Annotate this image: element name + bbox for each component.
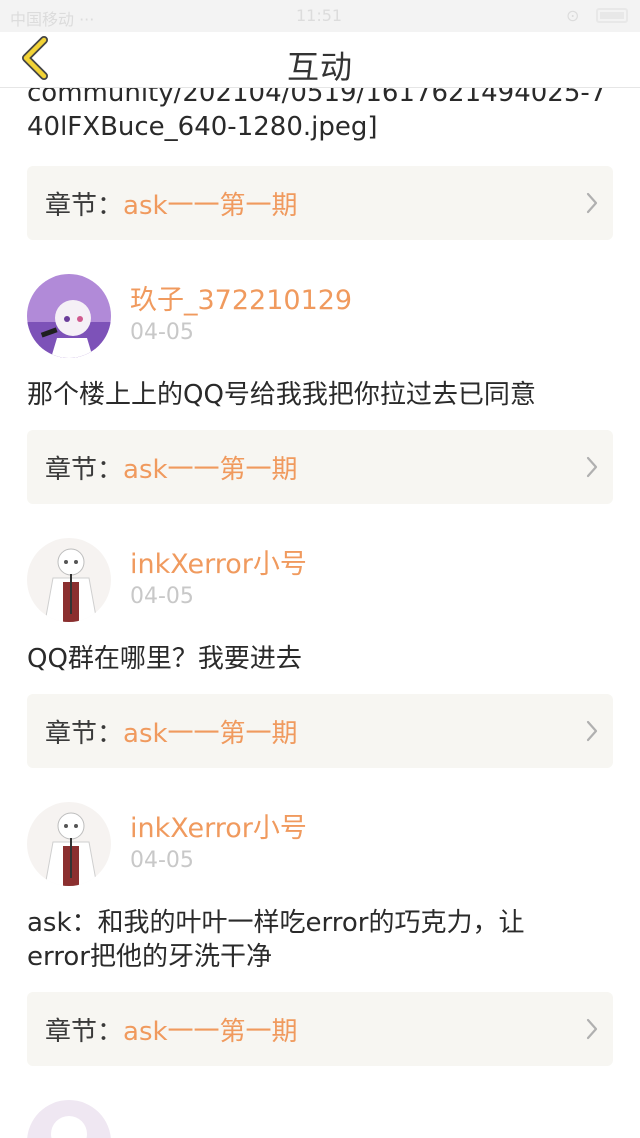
carrier-label: 中国移动 ··· — [10, 10, 95, 29]
comment-text: 那个楼上上的QQ号给我我把你拉过去已同意 — [27, 380, 536, 410]
page-title: 互动 — [286, 48, 353, 86]
battery-icon — [596, 8, 628, 23]
chevron-right-icon — [586, 456, 598, 478]
chapter-prefix: 章节： — [45, 190, 124, 221]
post-date: 04-05 — [130, 848, 194, 873]
username[interactable]: inkXerror小号 — [130, 806, 307, 845]
chapter-link[interactable]: 章节： ask一一第一期 — [27, 694, 613, 768]
username[interactable]: inkXerror小号 — [130, 542, 307, 581]
comment-text: community/202104/0519/1617621494025-7 40… — [27, 88, 613, 144]
comment-item: inkXerror小号 04-05 QQ群在哪里？我要进去 章节： ask一一第… — [0, 538, 640, 768]
chevron-right-icon — [586, 192, 598, 214]
chapter-prefix: 章节： — [45, 454, 124, 485]
chapter-prefix: 章节： — [45, 1016, 124, 1047]
clock: 11:51 — [296, 6, 343, 25]
comment-list[interactable]: community/202104/0519/1617621494025-7 40… — [0, 88, 640, 1138]
chapter-link[interactable]: 章节： ask一一第一期 — [27, 166, 613, 240]
comment-text-line: ask：和我的叶叶一样吃error的巧克力，让 — [27, 908, 525, 938]
comment-text: QQ群在哪里？我要进去 — [27, 644, 302, 674]
post-date: 04-05 — [130, 320, 194, 345]
chevron-right-icon — [586, 720, 598, 742]
username[interactable]: 玖子_372210129 — [130, 278, 352, 317]
user-row: inkXerror小号 04-05 — [27, 538, 613, 622]
user-row: inkXerror小号 04-05 — [27, 802, 613, 886]
comment-item: community/202104/0519/1617621494025-7 40… — [0, 88, 640, 240]
chapter-prefix: 章节： — [45, 718, 124, 749]
comment-item: inkXerror小号 04-05 ask：和我的叶叶一样吃error的巧克力，… — [0, 802, 640, 1066]
chapter-name: ask一一第一期 — [123, 718, 298, 749]
avatar[interactable] — [27, 538, 111, 622]
screen: 中国移动 ··· 11:51 ⊙ 互动 community/202104/051… — [0, 0, 640, 1138]
chevron-right-icon — [586, 1018, 598, 1040]
user-row: 玖子_372210129 04-05 — [27, 274, 613, 358]
chapter-name: ask一一第一期 — [123, 1016, 298, 1047]
avatar[interactable] — [27, 274, 111, 358]
comment-text-line: 40lFXBuce_640-1280.jpeg] — [27, 112, 378, 142]
alarm-icon: ⊙ — [566, 6, 580, 25]
chapter-name: ask一一第一期 — [123, 190, 298, 221]
comment-text-line: error把他的牙洗干净 — [27, 942, 272, 972]
avatar[interactable] — [27, 802, 111, 886]
chapter-link[interactable]: 章节： ask一一第一期 — [27, 430, 613, 504]
status-bar: 中国移动 ··· 11:51 ⊙ — [0, 0, 640, 32]
nav-bar: 互动 — [0, 32, 640, 88]
chapter-name: ask一一第一期 — [123, 454, 298, 485]
avatar[interactable] — [27, 1100, 111, 1138]
comment-item — [0, 1100, 640, 1138]
post-date: 04-05 — [130, 584, 194, 609]
comment-text-line: community/202104/0519/1617621494025-7 — [27, 88, 607, 108]
comment-text: ask：和我的叶叶一样吃error的巧克力，让 error把他的牙洗干净 — [27, 906, 613, 974]
chapter-link[interactable]: 章节： ask一一第一期 — [27, 992, 613, 1066]
comment-item: 玖子_372210129 04-05 那个楼上上的QQ号给我我把你拉过去已同意 … — [0, 274, 640, 504]
